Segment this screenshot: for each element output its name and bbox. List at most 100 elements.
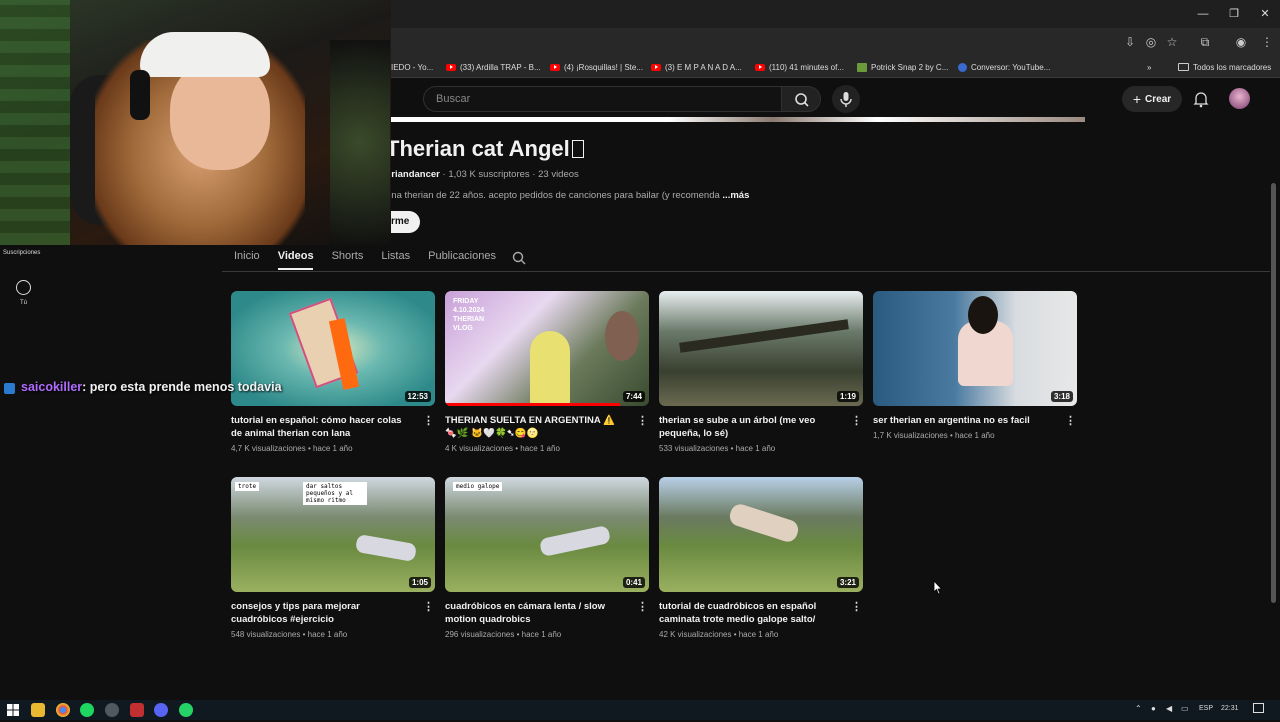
video-title[interactable]: ser therian en argentina no es facil (873, 414, 1053, 427)
chevron-up-icon[interactable]: ⌃ (1135, 704, 1142, 713)
more-options-icon[interactable]: ⋮ (851, 414, 862, 428)
video-meta: 548 visualizaciones • hace 1 año (231, 630, 348, 639)
discord-icon[interactable] (154, 703, 168, 717)
bookmark-item[interactable]: Potrick Snap 2 by C... (857, 59, 948, 75)
video-card[interactable]: medio galope 0:41 cuadróbicos en cámara … (445, 477, 649, 639)
video-card[interactable]: FRIDAY 4.10.2024 THERIAN VLOG 7:44 THERI… (445, 291, 649, 453)
video-title[interactable]: tutorial de cuadróbicos en español camin… (659, 600, 839, 626)
video-title[interactable]: consejos y tips para mejorar cuadróbicos… (231, 600, 411, 626)
bookmark-item[interactable]: (110) 41 minutes of... (755, 59, 844, 75)
tab-listas[interactable]: Listas (381, 250, 410, 262)
voice-search-button[interactable] (832, 85, 860, 113)
chat-badge-icon (4, 383, 15, 394)
windows-start-icon[interactable] (6, 703, 20, 717)
tab-videos[interactable]: Videos (278, 250, 314, 262)
guide-you[interactable]: Tú (20, 300, 27, 306)
bookmarks-overflow-button[interactable]: » (1147, 59, 1151, 75)
video-meta: 4,7 K visualizaciones • hace 1 año (231, 444, 353, 453)
search-input[interactable]: Buscar (423, 86, 781, 112)
active-tab-indicator (278, 268, 313, 270)
guide-subscriptions[interactable]: Suscripciones (3, 250, 40, 256)
video-title[interactable]: therian se sube a un árbol (me veo peque… (659, 414, 839, 440)
video-thumbnail[interactable]: trote dar saltos pequeños y al mismo rit… (231, 477, 435, 592)
more-options-icon[interactable]: ⋮ (423, 414, 434, 428)
video-title[interactable]: THERIAN SUELTA EN ARGENTINA ⚠️🍬🌿 🐱🤍🍀➷😋🌝 (445, 414, 625, 440)
image-icon (857, 62, 867, 72)
chat-message: saicokiller: pero esta prende menos toda… (21, 380, 282, 394)
extensions-icon[interactable]: ⧉ (1197, 34, 1213, 50)
channel-name-glyph: ⃞ (571, 140, 584, 158)
video-thumbnail[interactable]: 3:18 (873, 291, 1077, 406)
video-card[interactable]: 3:21 tutorial de cuadróbicos en español … (659, 477, 863, 639)
page-scrollbar[interactable] (1271, 183, 1276, 603)
menu-icon[interactable]: ⋮ (1259, 34, 1275, 50)
video-thumbnail[interactable]: 3:21 (659, 477, 863, 592)
user-icon[interactable] (16, 280, 31, 295)
video-card[interactable]: 1:19 therian se sube a un árbol (me veo … (659, 291, 863, 453)
search-icon (795, 93, 809, 107)
more-link[interactable]: ...más (722, 190, 749, 201)
video-card[interactable]: trote dar saltos pequeños y al mismo rit… (231, 477, 435, 639)
notifications-button[interactable] (1192, 90, 1210, 108)
volume-icon[interactable]: ◀ (1166, 704, 1172, 713)
video-title[interactable]: cuadróbicos en cámara lenta / slow motio… (445, 600, 625, 626)
file-explorer-icon[interactable] (31, 703, 45, 717)
minimize-button[interactable]: — (1188, 4, 1218, 24)
bookmark-item[interactable]: Conversor: YouTube... (958, 59, 1050, 75)
channel-search-button[interactable] (512, 251, 526, 265)
more-options-icon[interactable]: ⋮ (637, 414, 648, 428)
mouse-cursor-icon (933, 580, 943, 595)
install-icon[interactable]: ⇩ (1122, 34, 1138, 50)
microphone-icon[interactable]: ● (1151, 704, 1156, 713)
bookmark-item[interactable]: (3) E M P A N A D A... (651, 59, 742, 75)
youtube-icon (651, 63, 661, 71)
microphone-icon (840, 92, 852, 107)
bookmark-item[interactable]: (33) Ardilla TRAP - B... (446, 59, 541, 75)
video-duration: 0:41 (622, 577, 645, 588)
more-options-icon[interactable]: ⋮ (851, 600, 862, 614)
channel-description[interactable]: una therian de 22 años. acepto pedidos d… (386, 190, 749, 201)
video-thumbnail[interactable]: FRIDAY 4.10.2024 THERIAN VLOG 7:44 (445, 291, 649, 406)
folder-icon (1178, 63, 1189, 71)
video-title[interactable]: tutorial en español: cómo hacer colas de… (231, 414, 411, 440)
star-icon[interactable]: ☆ (1164, 34, 1180, 50)
tab-inicio[interactable]: Inicio (234, 250, 260, 262)
video-thumbnail[interactable]: medio galope 0:41 (445, 477, 649, 592)
spotify-icon[interactable] (80, 703, 94, 717)
youtube-icon (755, 63, 765, 71)
more-options-icon[interactable]: ⋮ (423, 600, 434, 614)
bookmark-item[interactable]: IEDO - Yo... (391, 59, 433, 75)
obs-icon[interactable] (105, 703, 119, 717)
channel-title: Therian cat Angel⃞ (386, 136, 584, 162)
search-icon (512, 251, 526, 265)
profile-icon[interactable]: ◉ (1233, 34, 1249, 50)
create-button[interactable]: + Crear (1122, 86, 1182, 112)
eye-off-icon[interactable]: ◎ (1143, 34, 1159, 50)
network-icon[interactable]: ▭ (1181, 704, 1189, 713)
chrome-icon[interactable] (56, 703, 70, 717)
youtube-icon (446, 63, 456, 71)
tab-shorts[interactable]: Shorts (332, 250, 364, 262)
tab-publicaciones[interactable]: Publicaciones (428, 250, 496, 262)
taskbar-clock[interactable]: 22:31 (1221, 705, 1239, 712)
video-card[interactable]: 3:18 ser therian en argentina no es faci… (873, 291, 1077, 440)
account-avatar[interactable] (1229, 88, 1250, 109)
video-thumbnail[interactable]: 1:19 (659, 291, 863, 406)
webcam-overlay (0, 0, 391, 245)
bookmark-item[interactable]: (4) ¡Rosquillas! | Ste... (550, 59, 643, 75)
thumbnail-overlay-text: dar saltos pequeños y al mismo ritmo (303, 482, 367, 505)
app-icon[interactable] (130, 703, 144, 717)
video-duration: 1:05 (408, 577, 431, 588)
all-bookmarks-button[interactable]: Todos los marcadores (1178, 59, 1271, 75)
search-button[interactable] (781, 86, 821, 112)
close-button[interactable]: ✕ (1250, 4, 1280, 24)
maximize-button[interactable]: ❐ (1219, 4, 1249, 24)
more-options-icon[interactable]: ⋮ (1065, 414, 1076, 428)
language-indicator[interactable]: ESP (1199, 705, 1213, 712)
channel-handle[interactable]: eriandancer (386, 169, 440, 180)
video-meta: 296 visualizaciones • hace 1 año (445, 630, 562, 639)
notification-center-icon[interactable] (1253, 703, 1264, 713)
more-options-icon[interactable]: ⋮ (637, 600, 648, 614)
video-card[interactable]: 12:53 tutorial en español: cómo hacer co… (231, 291, 435, 453)
whatsapp-icon[interactable] (179, 703, 193, 717)
